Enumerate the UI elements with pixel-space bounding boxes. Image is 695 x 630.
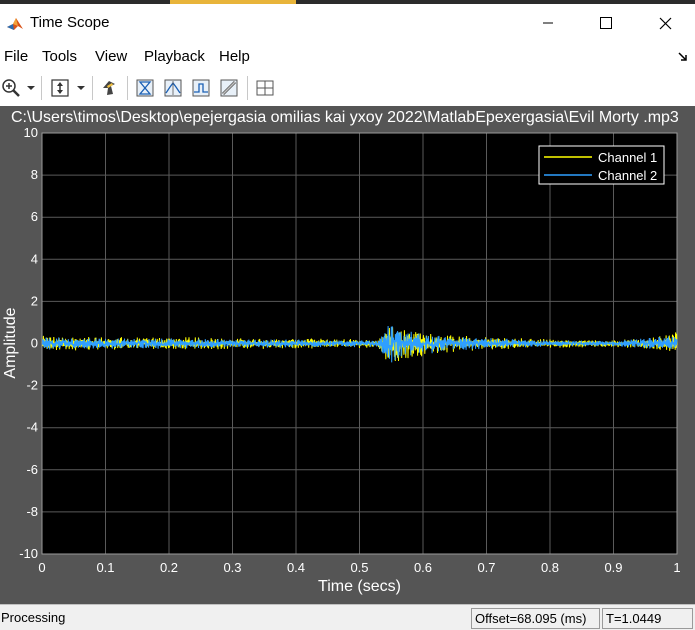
legend[interactable]: Channel 1 Channel 2 (538, 145, 665, 185)
toolbar (0, 70, 695, 107)
maximize-icon (600, 17, 612, 29)
menu-help[interactable]: Help (219, 48, 250, 65)
menu-file[interactable]: File (4, 48, 28, 65)
dropdown-arrow-icon (27, 86, 35, 90)
menu-overflow-icon[interactable] (677, 50, 689, 62)
scale-axes-icon (51, 79, 69, 97)
y-tick-label: 10 (24, 125, 38, 140)
scale-axes-dropdown[interactable] (75, 76, 87, 100)
layout-button[interactable] (253, 76, 277, 100)
bilevel-measurements-icon (192, 79, 210, 97)
scope-display: 0 0.1 0.2 0.3 0.4 0.5 0.6 0.7 0.8 0.9 1 10 8 6 4 2 0 -2 -4… (0, 106, 695, 604)
minimize-button[interactable] (525, 4, 571, 42)
zoom-dropdown[interactable] (25, 76, 37, 100)
cursor-measurements-icon (164, 79, 182, 97)
x-tick-label: 1 (673, 560, 680, 575)
bilevel-measurements-button[interactable] (189, 76, 213, 100)
toolbar-separator (247, 76, 248, 100)
status-processing: Processing (1, 610, 66, 625)
close-icon (659, 17, 671, 29)
y-tick-label: -10 (19, 546, 38, 561)
toolbar-separator (41, 76, 42, 100)
x-tick-label: 0 (38, 560, 45, 575)
x-tick-label: 0.6 (414, 560, 432, 575)
x-tick-label: 0.1 (96, 560, 114, 575)
y-tick-label: 2 (31, 293, 38, 308)
triggers-button[interactable] (133, 76, 157, 100)
x-axis-label: Time (secs) (318, 578, 401, 595)
y-tick-label: -2 (26, 378, 38, 393)
y-tick-label: -4 (26, 420, 38, 435)
x-tick-label: 0.4 (287, 560, 305, 575)
menu-tools[interactable]: Tools (42, 48, 77, 65)
x-tick-label: 0.3 (223, 560, 241, 575)
highlight-simulink-block-button[interactable] (97, 76, 121, 100)
close-button[interactable] (642, 4, 688, 42)
cursor-measurements-button[interactable] (161, 76, 185, 100)
y-tick-label: -8 (26, 504, 38, 519)
menu-playback[interactable]: Playback (144, 48, 205, 65)
y-tick-label: -6 (26, 462, 38, 477)
x-tick-label: 0.8 (541, 560, 559, 575)
title-bar: Time Scope (0, 4, 695, 42)
plot-title: C:\Users\timos\Desktop\epejergasia omili… (11, 109, 679, 126)
maximize-button[interactable] (583, 4, 629, 42)
signal-statistics-button[interactable] (217, 76, 241, 100)
zoom-in-button[interactable] (0, 76, 22, 100)
dropdown-arrow-icon (77, 86, 85, 90)
toolbar-separator (127, 76, 128, 100)
y-tick-label: 6 (31, 209, 38, 224)
toolbar-separator (92, 76, 93, 100)
layout-icon (256, 80, 274, 96)
x-tick-label: 0.9 (604, 560, 622, 575)
menu-view[interactable]: View (95, 48, 127, 65)
zoom-in-icon (2, 79, 20, 97)
y-tick-label: 8 (31, 167, 38, 182)
menu-bar: File Tools View Playback Help (0, 42, 695, 70)
status-time: T=1.0449 (602, 608, 693, 629)
triggers-icon (136, 79, 154, 97)
x-tick-label: 0.2 (160, 560, 178, 575)
legend-label-channel-2: Channel 2 (598, 168, 657, 183)
matlab-logo-icon (7, 18, 23, 30)
time-scope-plot[interactable]: 0 0.1 0.2 0.3 0.4 0.5 0.6 0.7 0.8 0.9 1 10 8 6 4 2 0 -2 -4… (0, 106, 695, 604)
y-tick-label: 4 (31, 251, 38, 266)
simulink-highlight-icon (103, 81, 115, 95)
minimize-icon (543, 22, 553, 24)
y-tick-label: 0 (31, 336, 38, 351)
x-tick-label: 0.5 (350, 560, 368, 575)
window-title: Time Scope (30, 14, 110, 31)
x-tick-label: 0.7 (477, 560, 495, 575)
signal-statistics-icon (220, 79, 238, 97)
scale-axes-button[interactable] (48, 76, 72, 100)
y-axis-label: Amplitude (2, 307, 19, 378)
legend-label-channel-1: Channel 1 (598, 150, 657, 165)
status-offset: Offset=68.095 (ms) (471, 608, 600, 629)
status-bar: Processing Offset=68.095 (ms) T=1.0449 (0, 604, 695, 630)
